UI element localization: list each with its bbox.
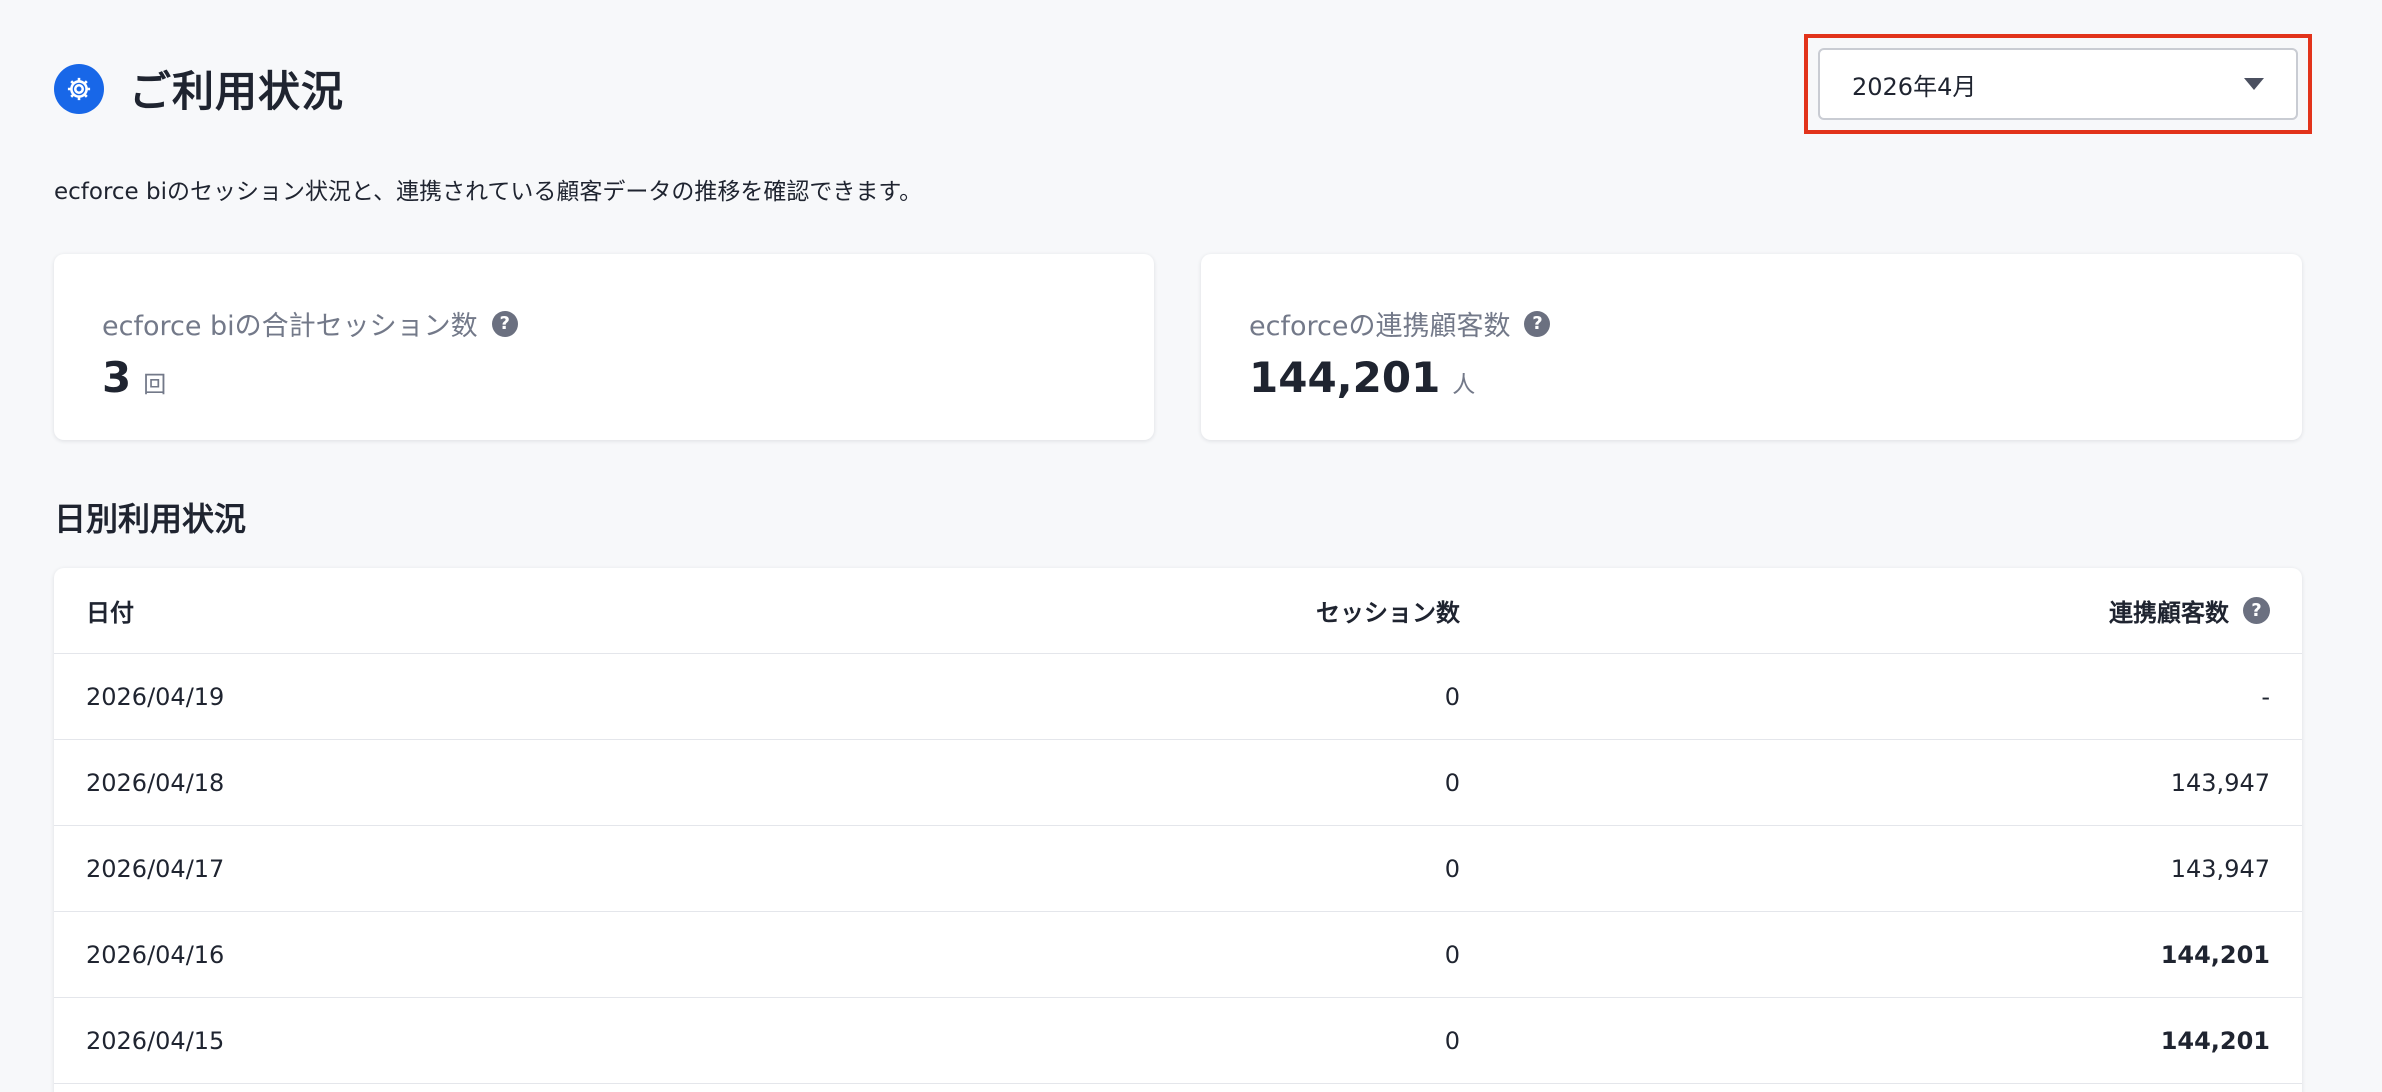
column-header-sessions: セッション数 (1316, 599, 1460, 627)
usage-page: ご利用状況 2026年4月 ecforce biのセッション状況と、連携されてい… (0, 0, 2382, 1092)
column-header-customers: 連携顧客数 (2109, 599, 2229, 627)
session-count-card: ecforce biの合計セッション数 ? 3 回 (54, 254, 1154, 440)
session-count-value: 3 (102, 353, 132, 402)
caret-down-icon (2244, 78, 2264, 90)
row-sessions: 0 (1444, 682, 1460, 711)
help-icon[interactable]: ? (1524, 310, 1551, 337)
row-sessions: 0 (1444, 854, 1460, 883)
month-select-highlight: 2026年4月 (1804, 34, 2312, 134)
page-description: ecforce biのセッション状況と、連携されている顧客データの推移を確認でき… (54, 179, 923, 205)
linked-customers-unit: 人 (1452, 372, 1476, 398)
table-row: 2026/04/18 0 143,947 (54, 740, 2302, 826)
linked-customers-label: ecforceの連携顧客数 (1249, 311, 1511, 342)
row-customers: 144,201 (2160, 940, 2270, 969)
linked-customers-value: 144,201 (1249, 353, 1441, 402)
row-date: 2026/04/18 (86, 768, 225, 797)
session-count-unit: 回 (143, 372, 167, 398)
row-sessions: 0 (1444, 1026, 1460, 1055)
daily-usage-title: 日別利用状況 (54, 500, 247, 538)
help-icon[interactable]: ? (491, 310, 518, 337)
row-sessions: 0 (1444, 768, 1460, 797)
row-date: 2026/04/15 (86, 1026, 225, 1055)
month-select-value: 2026年4月 (1852, 72, 1977, 101)
row-date: 2026/04/16 (86, 940, 225, 969)
table-header: 日付 セッション数 連携顧客数 ? (54, 568, 2302, 654)
table-row: 2026/04/16 0 144,201 (54, 912, 2302, 998)
row-customers: 144,201 (2160, 1026, 2270, 1055)
daily-usage-table: 日付 セッション数 連携顧客数 ? 2026/04/19 0 - 2026/04… (54, 568, 2302, 1092)
column-header-date: 日付 (86, 599, 134, 627)
linked-customers-card: ecforceの連携顧客数 ? 144,201 人 (1201, 254, 2302, 440)
gear-icon (54, 63, 104, 114)
row-customers: 143,947 (2170, 768, 2270, 797)
table-row: 2026/04/15 0 144,201 (54, 998, 2302, 1084)
table-row: 2026/04/19 0 - (54, 654, 2302, 740)
help-icon[interactable]: ? (2243, 597, 2270, 624)
row-date: 2026/04/19 (86, 682, 225, 711)
page-title: ご利用状況 (129, 67, 345, 116)
row-date: 2026/04/17 (86, 854, 225, 883)
session-count-label: ecforce biの合計セッション数 (102, 311, 478, 342)
page-header: ご利用状況 (54, 58, 344, 119)
month-select[interactable]: 2026年4月 (1818, 48, 2298, 120)
table-row: 2026/04/17 0 143,947 (54, 826, 2302, 912)
row-customers: - (2261, 682, 2270, 711)
row-sessions: 0 (1444, 940, 1460, 969)
row-customers: 143,947 (2170, 854, 2270, 883)
